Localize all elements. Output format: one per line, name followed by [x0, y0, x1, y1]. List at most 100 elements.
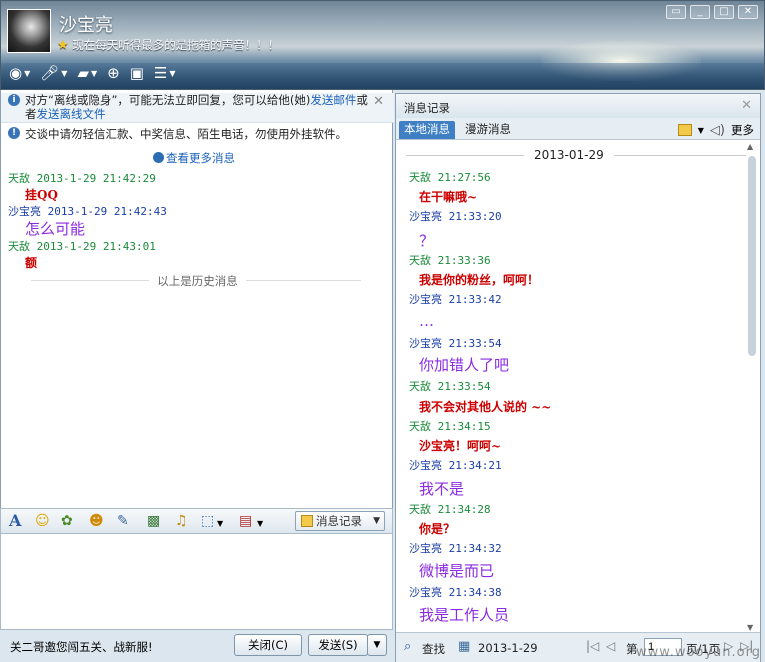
music-icon[interactable]: ♫	[175, 513, 188, 529]
speaker-icon[interactable]: ◁)	[710, 123, 725, 138]
window-controls: ▭ _ □ ✕	[666, 5, 758, 19]
message-text: 我是你的粉丝，呵呵！	[419, 273, 540, 287]
more-messages-label: 查看更多消息	[166, 151, 235, 165]
star-icon: ★	[57, 38, 69, 53]
message-meta: 天敌 21:33:54	[409, 380, 491, 393]
send-email-link[interactable]: 发送邮件	[310, 93, 356, 107]
doodle-icon[interactable]: ✎	[117, 513, 129, 529]
message-text: 我不是	[419, 480, 465, 498]
chevron-down-icon: ▼	[61, 68, 68, 78]
chevron-down-icon[interactable]: ▼	[217, 516, 223, 532]
send-options-button[interactable]: ▼	[367, 634, 387, 656]
close-icon[interactable]: ✕	[373, 95, 384, 109]
font-icon[interactable]: A	[9, 513, 21, 529]
bottom-bar: 关二哥邀您闯五关、战新服! 关闭(C) 发送(S) ▼	[0, 630, 393, 662]
avatar[interactable]	[7, 9, 51, 53]
file-transfer-icon: ▰	[77, 64, 89, 82]
message-text: 怎么可能	[25, 220, 86, 238]
tab-local-messages[interactable]: 本地消息	[399, 121, 455, 139]
more-messages-link[interactable]: 查看更多消息	[153, 150, 235, 166]
more-button[interactable]: 更多	[731, 122, 754, 138]
message-meta: 天敌 21:33:36	[409, 254, 491, 267]
message-meta: 天敌 2013-1-29 21:42:29	[8, 172, 156, 185]
message-meta: 沙宝亮 21:34:32	[409, 542, 502, 555]
remote-desktop-icon: ▣	[129, 64, 144, 82]
date-header: 2013-01-29	[406, 148, 746, 162]
more-apps-button[interactable]: ☰ ▼	[154, 63, 176, 83]
minimize-button[interactable]: _	[690, 5, 710, 19]
offline-notice: i 对方“离线或隐身”，可能无法立即回复，您可以给他(她)发送邮件或者发送离线文…	[1, 93, 394, 123]
message-text: 在干嘛哦~	[419, 190, 478, 204]
magic-emoji-icon[interactable]: ✿	[61, 513, 73, 529]
shake-icon[interactable]: ☻	[89, 513, 104, 529]
message-text: 你是？	[419, 522, 456, 536]
format-toolbar: A ☺ ✿ ☻ ✎ ▩ ♫ ⬚ ▼ ▤ ▼ 消息记录 ▼	[0, 508, 393, 534]
close-icon[interactable]: ✕	[741, 98, 752, 113]
scrollbar-thumb[interactable]	[748, 156, 756, 356]
message-meta: 沙宝亮 21:33:54	[409, 337, 502, 350]
search-button[interactable]: 查找	[422, 641, 445, 657]
message-meta: 天敌 21:27:56	[409, 171, 491, 184]
message-text: …	[419, 312, 434, 330]
message-meta: 沙宝亮 2013-1-29 21:42:43	[8, 205, 167, 218]
screenshot-icon[interactable]: ⬚	[201, 513, 214, 529]
message-record-button[interactable]: 消息记录 ▼	[295, 511, 385, 531]
message-meta: 沙宝亮 21:34:38	[409, 586, 502, 599]
chevron-down-icon[interactable]: ▼	[257, 516, 263, 532]
video-call-button[interactable]: ◉ ▼	[9, 63, 30, 83]
close-window-button[interactable]: ✕	[738, 5, 758, 19]
prev-page-icon[interactable]: ◁	[606, 639, 615, 653]
search-icon[interactable]: ⌕	[404, 639, 411, 654]
chevron-down-icon: ▼	[373, 640, 381, 650]
gift-icon[interactable]: ▤	[239, 513, 252, 529]
message-meta: 沙宝亮 21:34:21	[409, 459, 502, 472]
add-user-button[interactable]: ⊕	[107, 63, 120, 83]
message-text: 你加错人了吧	[419, 356, 510, 374]
message-record-label: 消息记录	[316, 514, 362, 528]
ad-link[interactable]: 关二哥邀您闯五关、战新服!	[10, 639, 153, 655]
chevron-up-icon[interactable]: ▲	[747, 142, 753, 151]
maximize-button[interactable]: □	[714, 5, 734, 19]
message-meta: 沙宝亮 21:33:42	[409, 293, 502, 306]
message-text: 我不会对其他人说的 ~~	[419, 400, 552, 414]
contact-signature: ★ 现在每天听得最多的是拖箱的声音！！！	[57, 37, 279, 53]
emoji-icon[interactable]: ☺	[35, 513, 50, 529]
video-call-icon: ◉	[9, 64, 23, 82]
chat-toolbar: ◉ ▼ 🎤︎ ▼ ▰ ▼ ⊕ ▣ ☰ ▼	[9, 63, 176, 83]
chevron-down-icon[interactable]: ▼	[698, 126, 704, 135]
message-record-title: 消息记录	[404, 101, 450, 115]
history-divider: 以上是历史消息	[1, 273, 394, 289]
remote-desktop-button[interactable]: ▣	[130, 63, 144, 83]
shield-icon: !	[8, 127, 20, 139]
history-divider-label: 以上是历史消息	[149, 274, 246, 288]
message-text: 我是工作人员	[419, 606, 510, 624]
offline-notice-text: 对方“离线或隐身”，可能无法立即回复，您可以给他(她)	[25, 93, 311, 107]
close-button[interactable]: 关闭(C)	[234, 634, 302, 656]
chevron-down-icon: ▼	[373, 516, 380, 526]
file-transfer-button[interactable]: ▰ ▼	[77, 63, 97, 83]
clock-icon	[153, 152, 164, 163]
export-icon[interactable]	[677, 124, 692, 136]
skin-button[interactable]: ▭	[666, 5, 686, 19]
voice-call-icon: 🎤︎	[40, 64, 60, 82]
image-icon[interactable]: ▩	[147, 513, 160, 529]
contact-name: 沙宝亮	[59, 15, 113, 36]
message-meta: 沙宝亮 21:33:20	[409, 210, 502, 223]
chevron-down-icon[interactable]: ▼	[747, 623, 753, 632]
chevron-down-icon: ▼	[169, 68, 176, 78]
voice-call-button[interactable]: 🎤︎ ▼	[40, 63, 67, 83]
tab-roaming-messages[interactable]: 漫游消息	[460, 121, 516, 139]
calendar-icon[interactable]: ▦	[458, 639, 470, 654]
message-text: ？	[419, 232, 435, 250]
send-button[interactable]: 发送(S)	[308, 634, 368, 656]
message-input[interactable]	[0, 534, 393, 630]
message-meta: 天敌 21:34:15	[409, 420, 491, 433]
info-icon: i	[8, 94, 20, 106]
message-text: 微博是而已	[419, 562, 495, 580]
first-page-icon[interactable]: |◁	[586, 639, 599, 653]
date-filter[interactable]: 2013-1-29	[478, 641, 538, 655]
record-scrollbar[interactable]: ▲ ▼	[746, 142, 758, 632]
send-offline-file-link[interactable]: 发送离线文件	[37, 107, 106, 121]
chevron-down-icon: ▼	[91, 68, 98, 78]
chevron-down-icon: ▼	[24, 68, 31, 78]
